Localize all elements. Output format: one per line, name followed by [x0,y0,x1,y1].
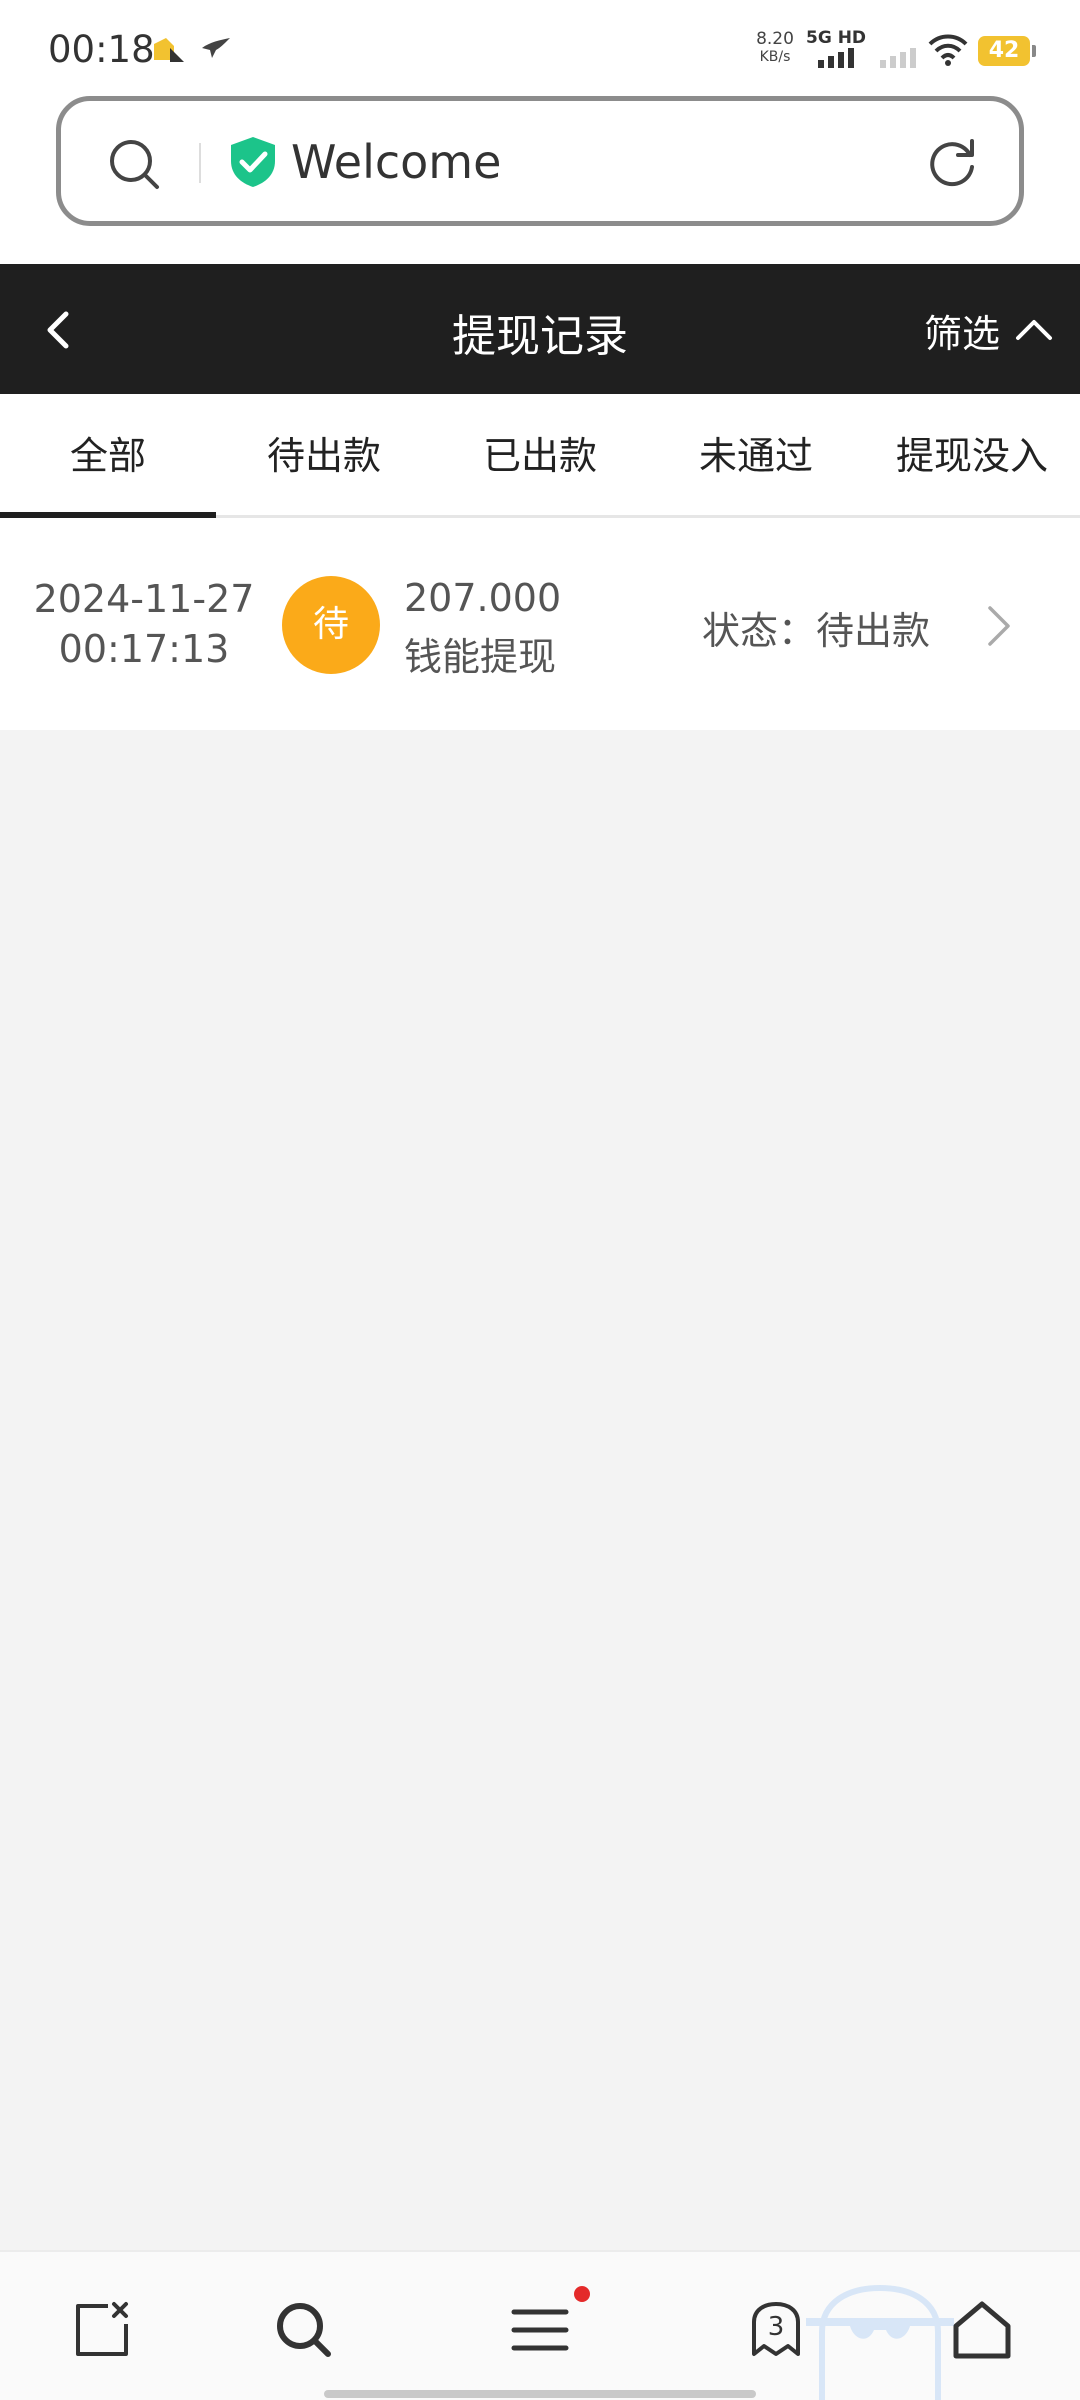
chevron-right-icon [988,606,1010,646]
tab-count: 3 [767,2312,785,2342]
record-time: 00:17:13 [58,627,230,671]
tab-not-credited[interactable]: 提现没入 [864,394,1080,515]
home-indicator[interactable] [324,2390,756,2398]
signal-empty-icon [880,48,916,68]
mascot-icon [806,2284,954,2400]
browser-address-area: Welcome [0,96,1080,264]
close-page-icon[interactable] [70,2298,134,2362]
back-button[interactable] [30,300,90,360]
page-title: 提现记录 [452,311,628,362]
tabs-button[interactable]: 3 [744,2298,808,2362]
notification-dot [574,2286,590,2302]
tab-paid-out[interactable]: 已出款 [432,394,648,515]
status-bar: 00:18 8.20 KB/s 5G HD 42 [0,0,1080,96]
status-tabs: 全部 待出款 已出款 未通过 提现没入 [0,394,1080,518]
record-status: 状态：待出款 [702,609,931,653]
withdrawal-record-row[interactable]: 2024-11-27 00:17:13 待 207.000 钱能提现 状态：待出… [0,518,1080,730]
record-datetime: 2024-11-27 00:17:13 [30,574,258,674]
filter-button[interactable]: 筛选 [924,300,1054,360]
chevron-up-icon [1016,320,1052,340]
wifi-icon [928,34,968,66]
filter-label: 筛选 [923,311,1000,356]
address-divider [199,143,201,183]
record-date: 2024-11-27 [33,577,255,621]
record-amount: 207.000 [404,576,562,620]
menu-icon[interactable] [508,2298,572,2362]
signal-icon [818,48,854,68]
address-bar[interactable]: Welcome [56,96,1024,226]
page-header: 提现记录 筛选 [0,264,1080,394]
record-type: 钱能提现 [404,635,557,679]
tab-pending-payout[interactable]: 待出款 [216,394,432,515]
refresh-icon[interactable] [925,135,979,189]
battery-indicator: 42 [978,36,1036,66]
status-badge: 待 [282,576,380,674]
search-icon[interactable] [272,2298,336,2362]
shield-check-icon [231,137,275,187]
address-text[interactable]: Welcome [291,135,501,189]
net-speed-unit: KB/s [759,49,791,65]
tab-rejected[interactable]: 未通过 [648,394,864,515]
net-speed: 8.20 KB/s [752,30,798,66]
notification-app-icon [154,38,184,62]
status-time: 00:18 [48,28,155,71]
tab-all[interactable]: 全部 [0,394,216,518]
home-icon[interactable] [950,2298,1014,2362]
bird-icon [202,38,230,58]
net-speed-value: 8.20 [756,29,794,49]
browser-bottom-nav: 3 [0,2250,1080,2400]
search-icon[interactable] [107,137,161,191]
chevron-left-icon [47,311,69,349]
network-label: 5G HD [806,28,867,48]
